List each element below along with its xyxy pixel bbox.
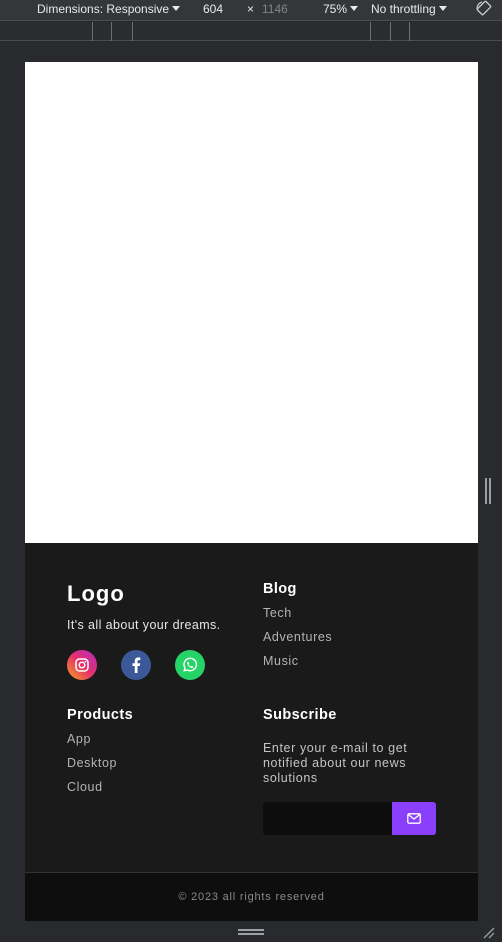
blog-heading: Blog xyxy=(263,581,297,597)
copyright-bar: © 2023 all rights reserved xyxy=(25,872,478,921)
whatsapp-button[interactable] xyxy=(175,650,205,680)
products-heading: Products xyxy=(67,707,134,723)
footer-link-tech[interactable]: Tech xyxy=(263,606,292,620)
rotate-icon[interactable] xyxy=(476,0,492,16)
footer-link-music[interactable]: Music xyxy=(263,654,299,668)
footer-link-desktop[interactable]: Desktop xyxy=(67,756,117,770)
device-toolbar: Dimensions: Responsive 604 × 1146 75% No… xyxy=(0,0,502,21)
whatsapp-icon xyxy=(183,657,198,672)
facebook-icon xyxy=(132,657,141,673)
footer-link-app[interactable]: App xyxy=(67,732,91,746)
page-viewport: Logo It's all about your dreams. Blog Te… xyxy=(25,62,478,921)
footer-logo[interactable]: Logo xyxy=(67,581,125,607)
email-input[interactable] xyxy=(263,802,392,835)
resize-corner-icon[interactable] xyxy=(482,926,496,940)
media-query-ruler[interactable] xyxy=(0,22,502,41)
height-input[interactable]: 1146 xyxy=(262,2,288,16)
chevron-down-icon xyxy=(438,6,447,11)
tagline: It's all about your dreams. xyxy=(67,618,221,632)
chevron-down-icon xyxy=(350,6,359,11)
dimensions-dropdown[interactable]: Dimensions: Responsive xyxy=(37,2,181,16)
width-input[interactable]: 604 xyxy=(203,2,223,16)
facebook-button[interactable] xyxy=(121,650,151,680)
resize-handle-bottom[interactable] xyxy=(238,929,264,935)
throttling-dropdown[interactable]: No throttling xyxy=(371,2,447,16)
instagram-button[interactable] xyxy=(67,650,97,680)
footer-link-adventures[interactable]: Adventures xyxy=(263,630,332,644)
instagram-icon xyxy=(75,658,89,672)
logo-text: Logo xyxy=(67,581,125,606)
mail-icon xyxy=(407,813,421,824)
site-footer: Logo It's all about your dreams. Blog Te… xyxy=(25,543,478,921)
subscribe-heading: Subscribe xyxy=(263,707,337,723)
subscribe-text: Enter your e-mail to get notified about … xyxy=(263,741,408,785)
zoom-dropdown[interactable]: 75% xyxy=(323,2,359,16)
chevron-down-icon xyxy=(172,6,181,11)
resize-handle-right[interactable] xyxy=(485,478,491,504)
times-label: × xyxy=(247,2,255,16)
copyright-text: © 2023 all rights reserved xyxy=(178,891,325,903)
footer-link-cloud[interactable]: Cloud xyxy=(67,780,103,794)
subscribe-button[interactable] xyxy=(392,802,436,835)
